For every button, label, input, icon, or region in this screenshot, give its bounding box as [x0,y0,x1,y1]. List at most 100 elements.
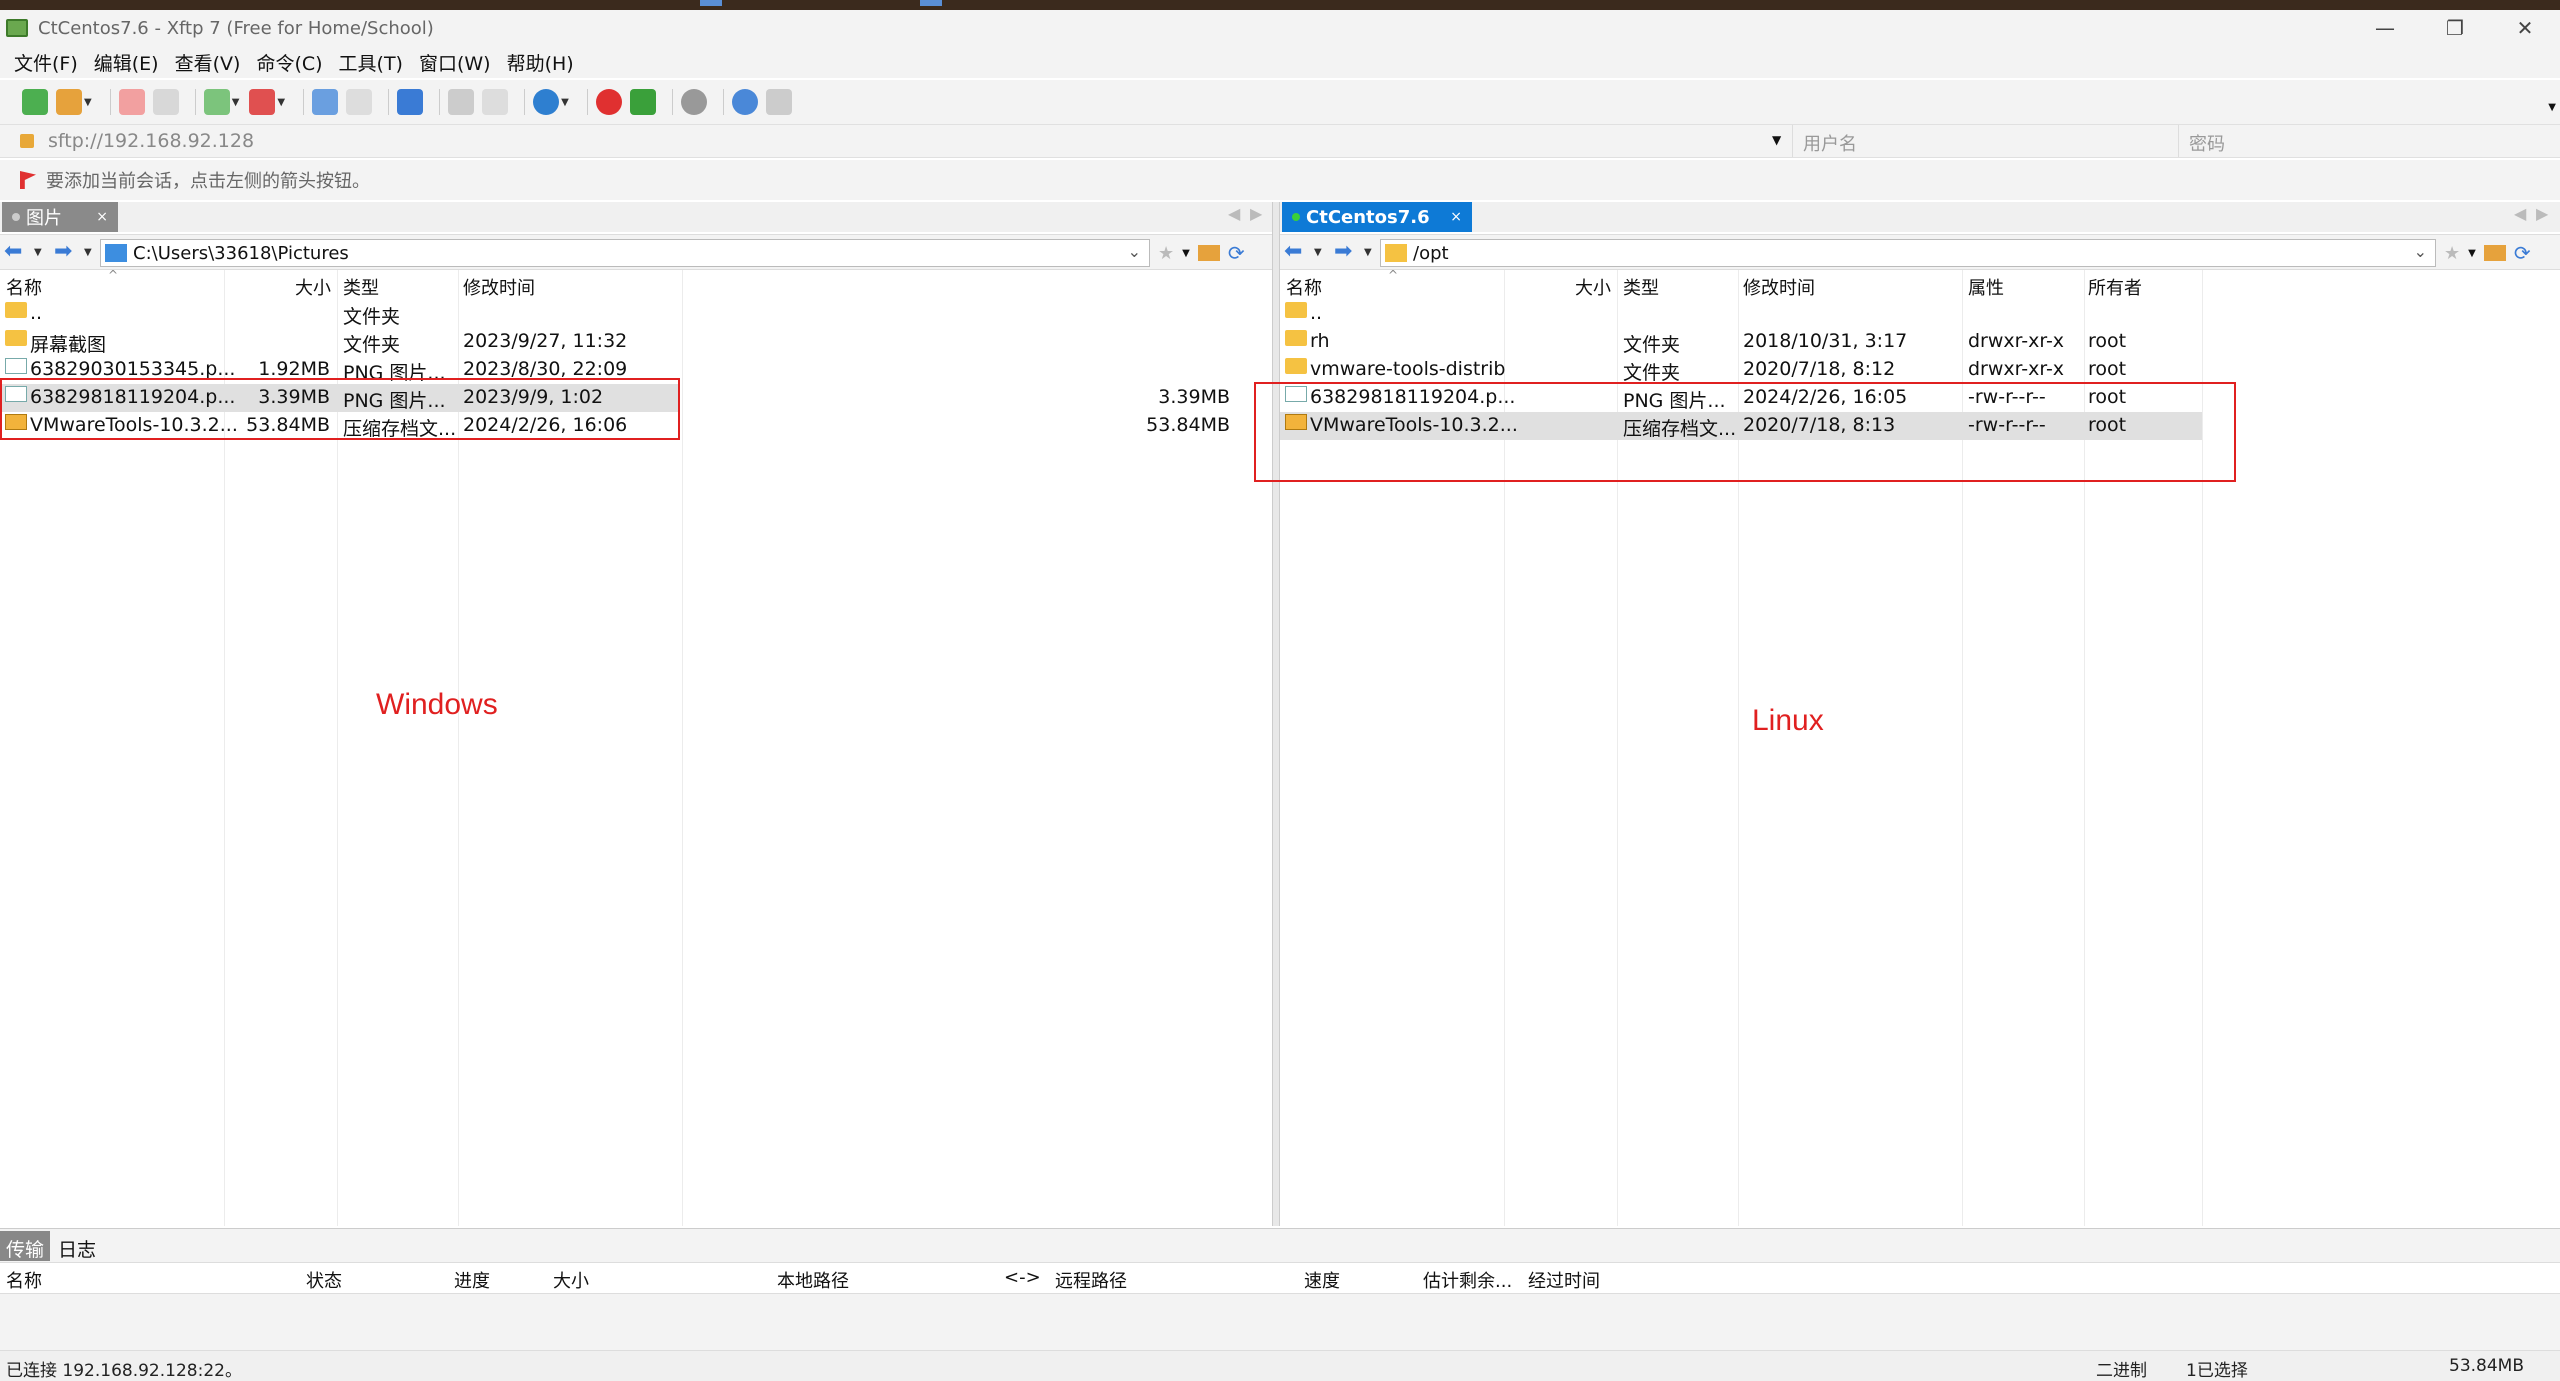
password-field[interactable]: 密码 [2178,125,2560,157]
transfer-column-name[interactable]: 名称 [6,1267,42,1293]
table-row[interactable]: .. [1280,300,2202,328]
menu-view[interactable]: 查看(V) [175,49,241,76]
disconnect-icon[interactable] [118,89,145,115]
chevron-down-icon[interactable]: ▼ [1772,133,1781,147]
transfer-column-remote-path[interactable]: 远程路径 [1055,1267,1127,1293]
tab-log[interactable]: 日志 [52,1231,102,1261]
minimize-button[interactable]: — [2350,10,2420,46]
flag-icon[interactable] [20,171,36,189]
tab-remote-session[interactable]: CtCentos7.6 × [1282,202,1472,232]
copy-icon[interactable] [448,89,475,115]
tab-scroll-right-icon[interactable]: ▶ [1250,204,1262,223]
column-header-name[interactable]: 名称 [1286,274,1322,300]
column-header-attributes[interactable]: 属性 [1968,274,2004,300]
back-arrow-icon[interactable]: ⬅ [4,241,22,263]
paste-icon[interactable] [482,89,509,115]
table-row[interactable]: .. 文件夹 [0,300,680,328]
menu-file[interactable]: 文件(F) [14,49,78,76]
open-folder-icon[interactable] [56,89,82,115]
forward-arrow-icon[interactable]: ➡ [54,241,72,263]
column-header-type[interactable]: 类型 [343,274,379,300]
remote-path-input[interactable]: /opt ⌄ [1380,239,2436,267]
table-row[interactable]: 屏幕截图 文件夹 2023/9/27, 11:32 [0,328,680,356]
tab-scroll-right-icon[interactable]: ▶ [2536,204,2548,223]
new-session-icon[interactable] [22,89,48,115]
xshell-icon[interactable] [595,89,622,115]
menu-tools[interactable]: 工具(T) [339,49,403,76]
transfer-column-eta[interactable]: 估计剩余... [1423,1267,1512,1293]
maximize-button[interactable]: ❐ [2420,10,2490,46]
forward-arrow-icon[interactable]: ➡ [1334,241,1352,263]
transfer-list[interactable] [0,1294,2560,1350]
chevron-down-icon[interactable]: ▼ [1314,247,1322,258]
toolbar-overflow-icon[interactable]: ▼ [2548,102,2556,113]
menu-window[interactable]: 窗口(W) [419,49,491,76]
tab-scroll-left-icon[interactable]: ◀ [2514,204,2526,223]
chevron-down-icon[interactable]: ⌄ [2414,242,2427,261]
column-header-size[interactable]: 大小 [295,274,331,300]
refresh-icon[interactable]: ⟳ [2514,241,2531,265]
help-icon[interactable] [731,89,758,115]
column-header-name[interactable]: 名称 [6,274,42,300]
tab-scroll-left-icon[interactable]: ◀ [1228,204,1240,223]
connected-dot-icon [1292,213,1300,221]
host-address-input[interactable]: sftp://192.168.92.128 [48,130,254,152]
toolbar-separator [671,89,673,115]
remote-file-list[interactable]: 名称 ^ 大小 类型 修改时间 属性 所有者 .. rh 文件夹 2018/10… [1146,268,2560,1226]
table-row[interactable]: vmware-tools-distrib 文件夹 2020/7/18, 8:12… [1280,356,2202,384]
chat-icon[interactable] [765,89,792,115]
globe-icon[interactable] [533,89,560,115]
local-path-input[interactable]: C:\Users\33618\Pictures ⌄ [100,239,1150,267]
local-file-list[interactable]: 名称 ^ 大小 类型 修改时间 .. 文件夹 屏幕截图 文件夹 2023/9/2… [0,268,1272,1226]
column-header-modified[interactable]: 修改时间 [463,274,535,300]
transfer-column-status[interactable]: 状态 [306,1267,342,1293]
chevron-down-icon[interactable]: ▼ [277,97,285,108]
reconnect-icon[interactable] [152,89,179,115]
star-icon[interactable]: ★ [2444,243,2460,264]
transfer-column-progress[interactable]: 进度 [454,1267,490,1293]
gear-icon[interactable] [680,89,707,115]
home-folder-icon[interactable] [1197,245,1220,261]
column-header-owner[interactable]: 所有者 [2088,274,2142,300]
chevron-down-icon[interactable]: ▼ [34,247,42,258]
column-header-modified[interactable]: 修改时间 [1743,274,1815,300]
chevron-down-icon[interactable]: ▼ [2468,248,2476,259]
star-icon[interactable]: ★ [1158,243,1174,264]
download-icon[interactable] [346,89,373,115]
tab-local-pictures[interactable]: 图片 × [2,202,118,232]
new-tab-icon[interactable] [203,89,230,115]
close-tab-icon[interactable]: × [1450,209,1462,225]
username-field[interactable]: 用户名 [1792,125,2178,157]
chevron-down-icon[interactable]: ▼ [84,97,92,108]
chevron-down-icon[interactable]: ▼ [1182,248,1190,259]
sync-icon[interactable] [397,89,424,115]
menu-command[interactable]: 命令(C) [256,49,322,76]
table-row[interactable]: rh 文件夹 2018/10/31, 3:17 drwxr-xr-x root [1280,328,2202,356]
upload-icon[interactable] [312,89,339,115]
close-button[interactable]: ✕ [2490,10,2560,46]
column-header-type[interactable]: 类型 [1623,274,1659,300]
transfer-column-direction[interactable]: <-> [1004,1267,1041,1288]
pane-splitter[interactable] [1272,202,1280,1226]
refresh-icon[interactable]: ⟳ [1228,241,1245,265]
transfer-column-size[interactable]: 大小 [553,1267,589,1293]
back-arrow-icon[interactable]: ⬅ [1284,241,1302,263]
file-name: 屏幕截图 [30,334,107,356]
chevron-down-icon[interactable]: ▼ [84,247,92,258]
transfer-column-local-path[interactable]: 本地路径 [777,1267,849,1293]
menu-edit[interactable]: 编辑(E) [94,49,159,76]
terminal-icon[interactable] [249,89,276,115]
column-header-size[interactable]: 大小 [1575,274,1611,300]
close-tab-icon[interactable]: × [96,209,108,225]
menu-help[interactable]: 帮助(H) [507,49,574,76]
chevron-down-icon[interactable]: ▼ [1364,247,1372,258]
chevron-down-icon[interactable]: ▼ [232,97,240,108]
chevron-down-icon[interactable]: ⌄ [1128,242,1141,261]
transfer-column-speed[interactable]: 速度 [1304,1267,1340,1293]
tab-transfers[interactable]: 传输 [0,1231,51,1261]
home-folder-icon[interactable] [2483,245,2506,261]
transfer-mode[interactable]: 二进制 [2096,1356,2147,1381]
transfer-column-elapsed[interactable]: 经过时间 [1528,1267,1600,1293]
xftp-icon[interactable] [629,89,656,115]
chevron-down-icon[interactable]: ▼ [561,97,569,108]
